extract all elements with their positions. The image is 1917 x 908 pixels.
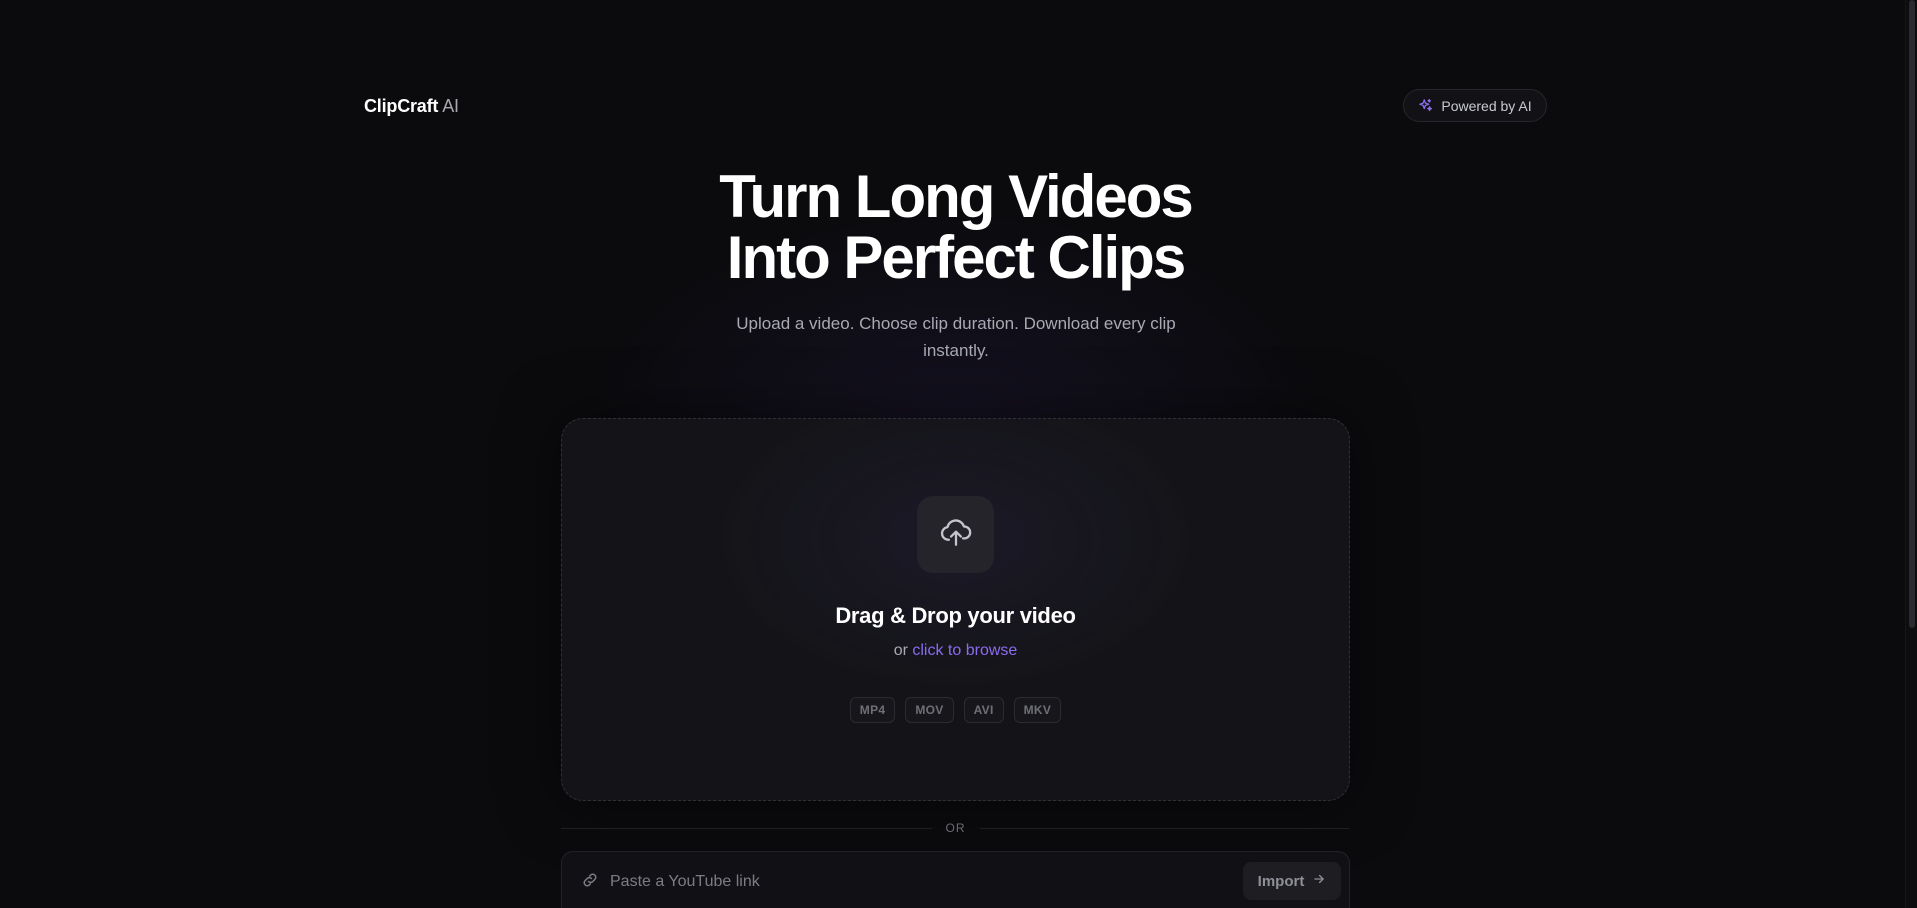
or-divider-label: OR [945,821,966,835]
import-button-label: Import [1257,872,1305,890]
format-list: MP4 MOV AVI MKV [562,697,1349,723]
link-icon [581,871,599,894]
page: ClipCraft AI Powered by AI Turn Long Vide… [0,0,1917,908]
arrow-right-icon [1312,872,1326,890]
dropzone-title: Drag & Drop your video [835,603,1076,628]
logo[interactable]: ClipCraft AI [364,94,459,118]
or-divider: OR [561,820,1350,836]
dropzone-subtitle: or click to browse [562,642,1349,660]
cloud-upload-icon [939,515,973,554]
dropzone-or-text: or [893,642,908,659]
hero-subtitle: Upload a video. Choose clip duration. Do… [736,314,1176,360]
logo-suffix: AI [442,96,459,116]
import-button[interactable]: Import [1243,862,1341,900]
hero-title: Turn Long Videos Into Perfect Clips [0,166,1911,288]
sparkles-icon [1418,98,1433,113]
format-chip-mov: MOV [905,697,954,723]
format-chip-mp4: MP4 [849,697,896,723]
hero-title-line-2: Into Perfect Clips [726,224,1186,291]
scrollbar-thumb[interactable] [1909,0,1915,628]
format-chip-avi: AVI [963,697,1004,723]
youtube-link-input[interactable] [608,862,1172,902]
hero-title-line-1: Turn Long Videos [719,163,1193,230]
divider-line-left [561,827,932,829]
powered-by-badge: Powered by AI [1403,89,1547,122]
logo-brand: ClipCraft [364,96,439,116]
divider-line-right [979,827,1350,829]
format-chip-mkv: MKV [1013,697,1062,723]
video-dropzone[interactable]: Drag & Drop your video or click to brows… [561,418,1350,801]
upload-tile [917,496,994,573]
browse-link[interactable]: click to browse [912,642,1017,659]
powered-by-label: Powered by AI [1441,97,1532,114]
scrollbar-track[interactable] [1905,0,1917,908]
youtube-import-bar: Import [561,851,1350,908]
